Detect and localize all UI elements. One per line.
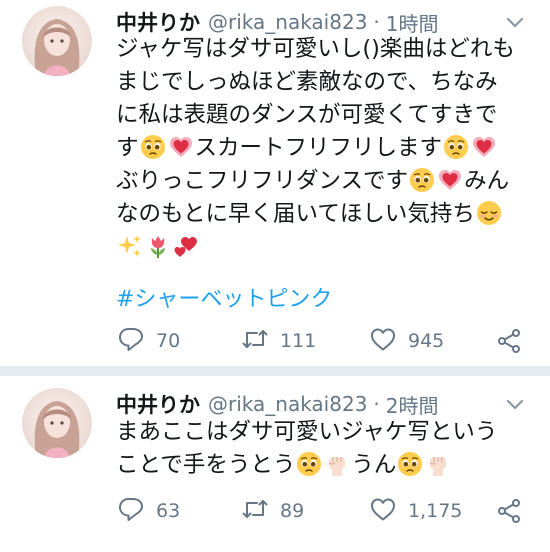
retweet-button[interactable]: 111 [240,323,316,359]
tweet-text-line: なのもとに早く届いてほしい気持ち [116,198,536,231]
pleading-face-icon [443,134,469,160]
tweet-text-segment: まあここはダサ可愛いジャケ写という [116,419,498,445]
tweet-text-line: ジャケ写はダサ可愛いし()楽曲はどれも [116,33,536,66]
growing-heart-icon [437,167,463,193]
retweet-button[interactable]: 89 [240,493,304,529]
tweet-text-line: に私は表題のダンスが可愛くてすきで [116,99,536,132]
reply-button[interactable]: 70 [116,323,180,359]
tweet-actions: 70 111 945 [116,323,536,359]
share-icon [494,499,524,530]
tweet-text-segment: まじでしっぬほど素敵なので、ちなみ [116,69,498,95]
like-icon [368,324,398,358]
growing-heart-icon [168,134,194,160]
tweet-text-segment: す [116,135,139,161]
like-icon [368,494,398,528]
separator-dot: · [373,10,380,34]
growing-heart-icon [471,134,497,160]
tweet-text-line: す スカートフリフリします [116,132,536,165]
tweet-text-line: まあここはダサ可愛いジャケ写という [116,416,536,449]
tweet-text-segment: スカートフリフリします [194,135,443,161]
retweet-icon [240,494,270,528]
user-handle[interactable]: @rika_nakai823 [208,392,367,416]
tweet-text-line: ことで手をうとう うん [116,449,536,482]
separator-dot: · [373,392,380,416]
tweet-divider [0,366,550,376]
pleading-face-icon [409,167,435,193]
relieved-face-icon [476,200,502,226]
reply-icon [116,324,146,358]
tweet-text-segment: に私は表題のダンスが可愛くてすきで [116,102,498,128]
reply-icon [116,494,146,528]
raised-fist-icon [324,451,350,477]
pleading-face-icon [397,451,423,477]
reply-button[interactable]: 63 [116,493,180,529]
tweet-text-segment: ぶりっこフリフリダンスです [116,168,409,194]
sparkles-icon [117,233,143,259]
two-hearts-icon [173,233,199,259]
pleading-face-icon [296,451,322,477]
tweet-text-segment: なのもとに早く届いてほしい気持ち [116,201,475,227]
tweet-text: ジャケ写はダサ可愛いし()楽曲はどれも まじでしっぬほど素敵なので、ちなみ に私は表… [116,33,536,264]
retweet-count: 111 [280,330,317,352]
reply-count: 63 [156,500,181,522]
like-button[interactable]: 945 [368,323,444,359]
tweet-text-line: ぶりっこフリフリダンスです みん [116,165,536,198]
timestamp[interactable]: 2時間 [386,390,439,419]
display-name[interactable]: 中井りか [116,389,200,419]
reply-count: 70 [156,330,181,352]
retweet-icon [240,324,270,358]
chevron-down-icon[interactable] [504,11,526,33]
tweet-text-segment: みん [464,168,510,194]
user-handle[interactable]: @rika_nakai823 [208,10,367,34]
avatar[interactable] [22,6,92,76]
share-button[interactable] [494,326,524,360]
tweet-text-segment: ジャケ写はダサ可愛いし()楽曲はどれも [116,36,515,62]
tweet-text-segment: ことで手をうとう [116,452,296,478]
share-icon [494,329,524,360]
tulip-icon [145,233,171,259]
raised-fist-icon [425,451,451,477]
chevron-down-icon[interactable] [504,393,526,415]
share-button[interactable] [494,496,524,530]
tweet-text: まあここはダサ可愛いジャケ写という ことで手をうとう うん [116,416,536,482]
pleading-face-icon [140,134,166,160]
tweet-text-line: まじでしっぬほど素敵なので、ちなみ [116,66,536,99]
tweet-actions: 63 89 1,175 [116,493,536,529]
tweet-text-line [116,231,536,264]
retweet-count: 89 [280,500,305,522]
hashtag-link[interactable]: #シャーベットピンク [116,281,332,313]
tweet[interactable]: 中井りか @rika_nakai823 · 2時間 まあここはダサ可愛いジャケ写… [0,376,550,552]
like-button[interactable]: 1,175 [368,493,462,529]
tweet-text-segment: うん [351,452,397,478]
like-count: 945 [408,330,445,352]
like-count: 1,175 [408,500,463,522]
avatar[interactable] [22,388,92,458]
tweet[interactable]: 中井りか @rika_nakai823 · 1時間 ジャケ写はダサ可愛いし()楽… [0,0,550,366]
